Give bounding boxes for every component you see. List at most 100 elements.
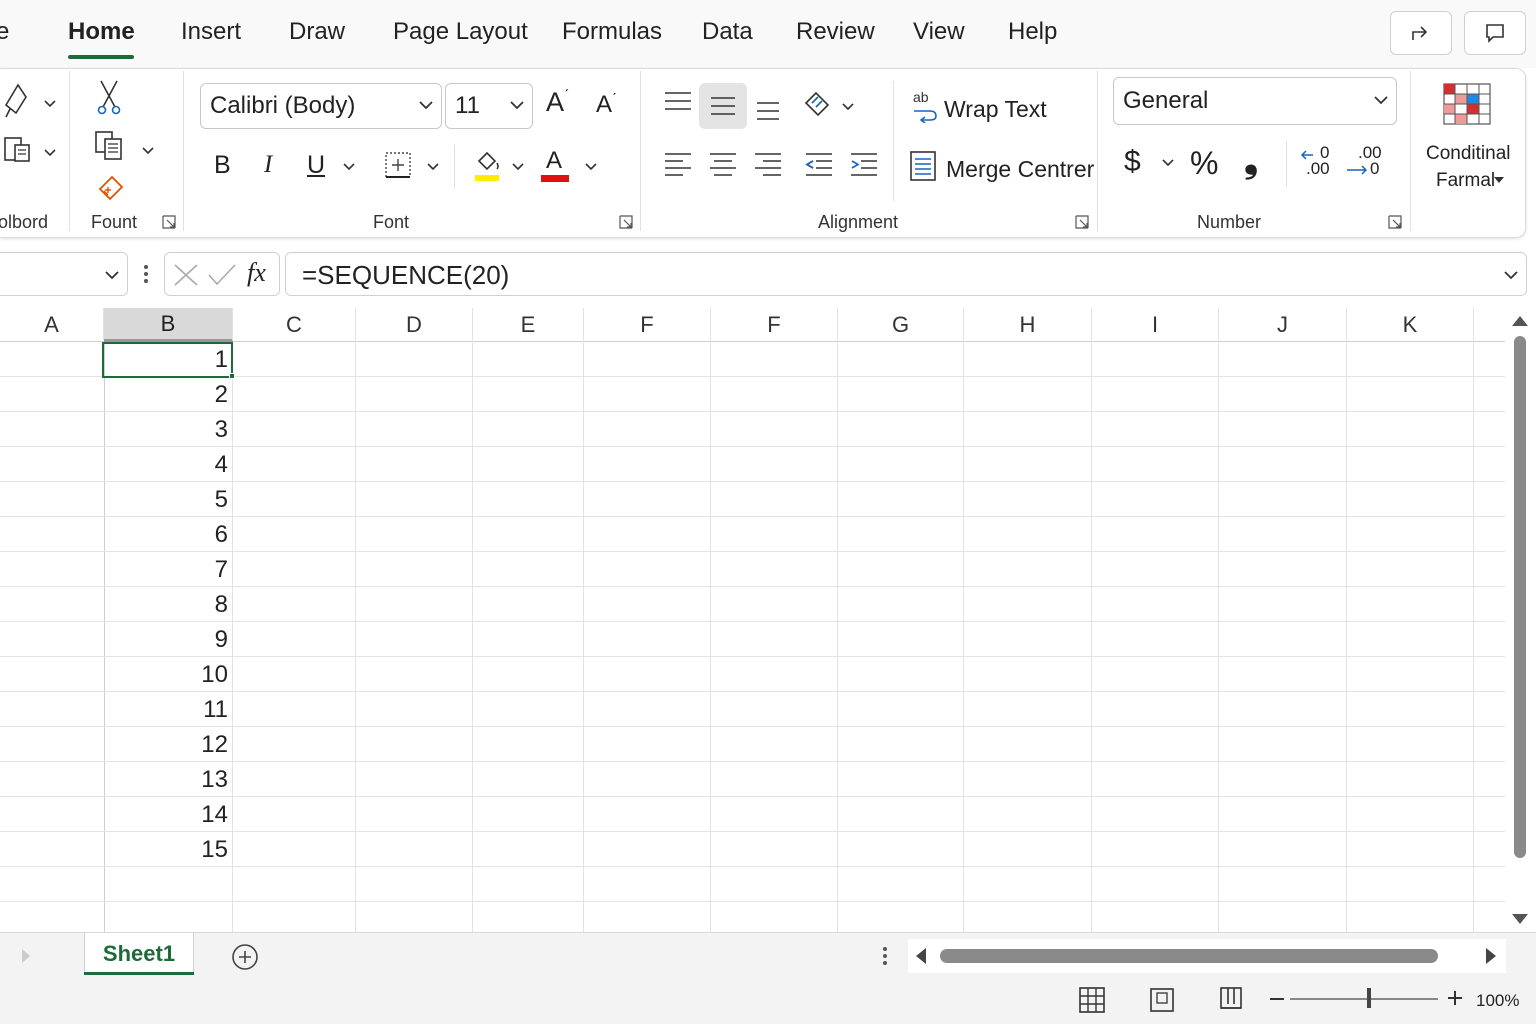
chevron-down-icon[interactable] [343,163,355,171]
column-header-h[interactable]: H [964,308,1092,342]
column-header-f[interactable]: F [584,308,711,342]
underline-button[interactable]: U [307,151,325,180]
tab-file[interactable]: e [0,18,9,46]
cell-b10[interactable]: 10 [104,661,228,689]
fill-color-button[interactable] [473,149,503,188]
cell-b15[interactable]: 15 [104,836,228,864]
normal-view-icon[interactable] [1079,987,1105,1013]
more-options-icon[interactable] [143,264,149,284]
bold-button[interactable]: B [214,151,231,180]
cell-b7[interactable]: 7 [104,556,228,584]
horizontal-scrollbar[interactable] [908,939,1506,973]
tab-home[interactable]: Home [68,18,135,46]
zoom-in-icon[interactable] [1448,991,1462,1005]
chevron-down-icon[interactable] [512,163,524,171]
sheet-scroll-right-icon[interactable] [22,949,30,963]
format-painter-button[interactable] [94,173,126,210]
zoom-out-icon[interactable] [1270,997,1284,1001]
top-align-icon[interactable] [664,91,692,113]
font-color-button[interactable]: A [541,147,571,183]
column-header-k[interactable]: K [1347,308,1474,342]
tab-page-layout[interactable]: Page Layout [393,18,528,46]
column-header-c[interactable]: C [233,308,356,342]
percent-button[interactable]: % [1190,145,1218,182]
cell-b2[interactable]: 2 [104,381,228,409]
align-center-icon[interactable] [709,151,737,179]
dialog-launcher-icon[interactable] [619,215,633,229]
more-options-icon[interactable] [882,946,888,966]
chevron-down-icon[interactable] [1162,159,1174,167]
italic-button[interactable]: I [264,151,272,179]
column-header-i[interactable]: I [1092,308,1219,342]
align-left-icon[interactable] [664,151,692,179]
column-header-d[interactable]: D [356,308,473,342]
column-header-f2[interactable]: F [711,308,838,342]
cell-b11[interactable]: 11 [104,696,228,724]
chevron-down-icon[interactable] [427,163,439,171]
enter-check-icon[interactable] [207,263,237,287]
scroll-right-icon[interactable] [1486,948,1496,964]
cancel-icon[interactable] [173,263,199,287]
insert-function-button[interactable]: fx [247,258,266,288]
horizontal-scroll-thumb[interactable] [940,949,1438,963]
column-header-b[interactable]: B [104,308,233,342]
dialog-launcher-icon[interactable] [1075,215,1089,229]
cell-b5[interactable]: 5 [104,486,228,514]
worksheet-grid[interactable]: 1 2 3 4 5 6 7 8 9 10 11 12 13 14 15 [0,342,1505,932]
zoom-level[interactable]: 100% [1476,991,1519,1011]
zoom-slider-track[interactable] [1290,998,1438,1000]
column-header-j[interactable]: J [1219,308,1347,342]
tab-formulas[interactable]: Formulas [562,18,662,46]
font-size-dropdown[interactable]: 11 [445,83,533,129]
tab-insert[interactable]: Insert [181,18,241,46]
chevron-down-icon[interactable] [44,149,56,157]
column-header-g[interactable]: G [838,308,964,342]
paste-options-button[interactable] [2,133,34,170]
comments-button[interactable] [1464,11,1526,55]
chevron-down-icon[interactable] [585,163,597,171]
fill-handle[interactable] [229,373,235,379]
tab-view[interactable]: View [913,18,965,46]
cell-b6[interactable]: 6 [104,521,228,549]
orientation-icon[interactable] [802,89,834,117]
share-button[interactable] [1390,11,1452,55]
page-layout-view-icon[interactable] [1150,988,1174,1012]
dialog-launcher-icon[interactable] [1388,215,1402,229]
increase-font-size-button[interactable]: Aˊ [546,87,569,118]
column-header-e[interactable]: E [473,308,584,342]
scroll-up-icon[interactable] [1512,316,1528,326]
dialog-launcher-icon[interactable] [162,215,176,229]
conditional-formatting-button[interactable]: Conditinal Farmal [1424,79,1516,199]
tab-draw[interactable]: Draw [289,18,345,46]
cell-b4[interactable]: 4 [104,451,228,479]
bottom-align-icon[interactable] [756,99,780,121]
sheet-tab-sheet1[interactable]: Sheet1 [84,933,194,975]
cell-b9[interactable]: 9 [104,626,228,654]
zoom-slider-thumb[interactable] [1367,988,1371,1008]
cell-b13[interactable]: 13 [104,766,228,794]
copy-button[interactable] [93,129,125,166]
tab-review[interactable]: Review [796,18,875,46]
middle-align-button[interactable] [699,83,747,129]
increase-decimal-button[interactable]: 0 .00 [1300,143,1336,181]
cell-b3[interactable]: 3 [104,416,228,444]
formula-input[interactable]: =SEQUENCE(20) [285,252,1527,296]
borders-button[interactable] [384,151,412,184]
cell-b12[interactable]: 12 [104,731,228,759]
decrease-decimal-button[interactable]: .00 0 [1346,143,1386,181]
paste-button[interactable] [2,83,32,124]
decrease-font-size-button[interactable]: Aˊ [596,90,617,119]
decrease-indent-icon[interactable] [805,151,833,179]
increase-indent-icon[interactable] [850,151,878,179]
tab-help[interactable]: Help [1008,18,1057,46]
name-box[interactable] [0,252,128,296]
number-format-dropdown[interactable]: General [1113,77,1397,125]
vertical-scrollbar[interactable] [1505,308,1536,932]
chevron-down-icon[interactable] [842,103,854,111]
align-right-icon[interactable] [754,151,782,179]
vertical-scroll-thumb[interactable] [1514,336,1526,858]
expand-formula-bar-icon[interactable] [1504,270,1518,280]
font-family-dropdown[interactable]: Calibri (Body) [200,83,442,129]
column-header-a[interactable]: A [0,308,104,342]
add-sheet-icon[interactable] [231,943,259,971]
